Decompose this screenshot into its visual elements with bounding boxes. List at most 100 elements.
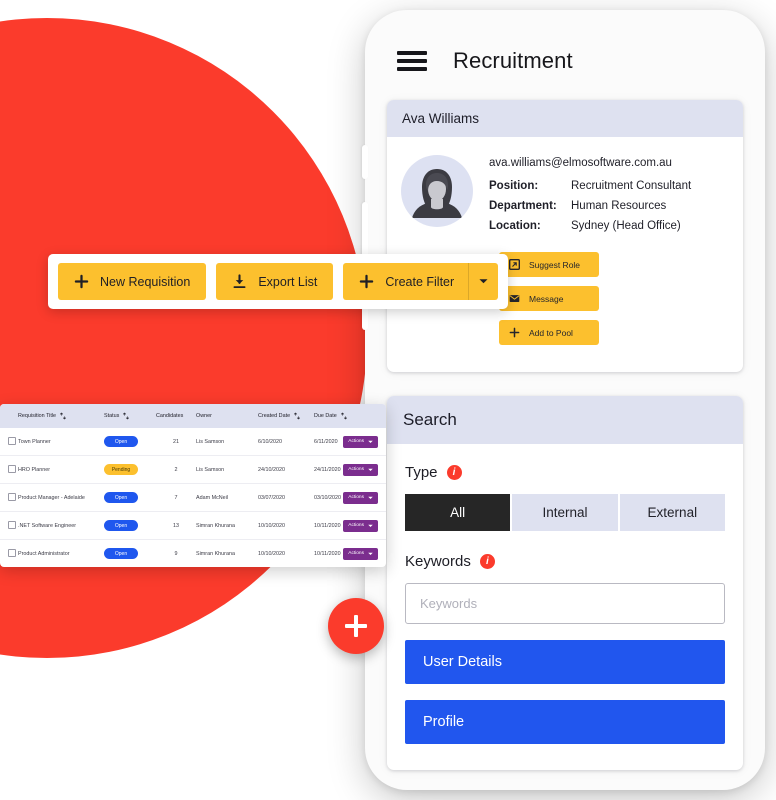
create-filter-split-button: Create Filter bbox=[343, 263, 499, 300]
sort-icon[interactable] bbox=[340, 412, 347, 420]
cell-requisition-title: Product Administrator bbox=[18, 550, 70, 557]
row-checkbox[interactable] bbox=[8, 436, 16, 445]
external-link-icon bbox=[509, 259, 520, 270]
cell-created-date: 6/10/2020 bbox=[258, 428, 314, 456]
type-option-internal[interactable]: Internal bbox=[512, 494, 618, 531]
type-option-all[interactable]: All bbox=[405, 494, 511, 531]
row-actions-label: Actions bbox=[348, 523, 364, 528]
chevron-down-icon bbox=[368, 468, 373, 471]
sort-icon[interactable] bbox=[60, 412, 66, 420]
keywords-input[interactable] bbox=[405, 583, 725, 624]
column-header-created-date[interactable]: Created Date bbox=[258, 404, 314, 428]
info-icon[interactable]: i bbox=[479, 554, 495, 569]
user-details-button[interactable]: User Details bbox=[405, 640, 725, 684]
row-actions-button[interactable]: Actions bbox=[343, 435, 378, 448]
profile-field-position: Position: Recruitment Consultant bbox=[489, 180, 727, 192]
floating-add-button[interactable] bbox=[328, 598, 384, 654]
table-row[interactable]: Product Manager - Adelaide Open 7 Adam M… bbox=[0, 483, 386, 512]
add-to-pool-button[interactable]: Add to Pool bbox=[499, 320, 599, 345]
composition-stage: Recruitment Ava Williams ava.williams@el… bbox=[0, 0, 776, 800]
cell-requisition-title: Town Planner bbox=[18, 428, 104, 456]
phone-mockup: Recruitment Ava Williams ava.williams@el… bbox=[362, 10, 765, 790]
row-actions-button[interactable]: Actions bbox=[343, 519, 378, 532]
row-checkbox[interactable] bbox=[8, 548, 16, 557]
suggest-role-button[interactable]: Suggest Role bbox=[499, 252, 599, 277]
sort-icon[interactable] bbox=[294, 412, 300, 420]
create-filter-dropdown-toggle[interactable] bbox=[468, 263, 499, 300]
type-label: Type bbox=[405, 464, 438, 481]
chevron-down-icon bbox=[368, 496, 373, 499]
profile-card-body: ava.williams@elmosoftware.com.au Positio… bbox=[387, 137, 743, 248]
new-requisition-label: New Requisition bbox=[100, 274, 191, 289]
export-list-label: Export List bbox=[258, 274, 318, 289]
row-actions-button[interactable]: Actions bbox=[343, 491, 378, 504]
cell-created-date: 03/07/2020 bbox=[258, 483, 314, 512]
row-checkbox-cell bbox=[0, 455, 18, 484]
cell-status: Open bbox=[104, 483, 156, 512]
table-row[interactable]: Product Administrator Open 9 Simran Khur… bbox=[0, 540, 386, 568]
sort-icon[interactable] bbox=[123, 412, 130, 420]
export-list-button[interactable]: Export List bbox=[216, 263, 334, 300]
profile-field-value: Human Resources bbox=[571, 200, 667, 212]
chevron-down-icon bbox=[368, 440, 373, 443]
row-actions-label: Actions bbox=[348, 551, 364, 556]
plus-icon bbox=[360, 274, 374, 289]
cell-owner: Adam McNeil bbox=[196, 483, 258, 512]
info-icon[interactable]: i bbox=[446, 465, 462, 480]
cell-candidates: 2 bbox=[156, 455, 196, 484]
cell-status: Open bbox=[104, 511, 156, 540]
column-label: Due Date bbox=[314, 413, 337, 419]
row-checkbox-cell bbox=[0, 540, 18, 568]
column-label: Owner bbox=[196, 413, 212, 419]
keywords-label: Keywords bbox=[405, 553, 471, 570]
add-to-pool-label: Add to Pool bbox=[529, 327, 573, 338]
cell-actions: Actions bbox=[343, 511, 386, 540]
profile-field-label: Location: bbox=[489, 220, 541, 232]
suggest-role-label: Suggest Role bbox=[529, 259, 581, 270]
plus-icon bbox=[509, 327, 520, 338]
cell-candidates: 9 bbox=[174, 550, 178, 557]
table-header: Requisition Title Status Candidates Owne… bbox=[0, 404, 386, 428]
requisitions-table: Requisition Title Status Candidates Owne… bbox=[0, 404, 386, 567]
row-checkbox[interactable] bbox=[8, 520, 16, 529]
row-actions-label: Actions bbox=[348, 467, 364, 472]
column-label: Candidates bbox=[156, 413, 184, 419]
create-filter-button[interactable]: Create Filter bbox=[343, 263, 469, 300]
status-badge: Pending bbox=[104, 464, 138, 475]
column-header-actions bbox=[364, 404, 386, 428]
cell-actions: Actions bbox=[343, 428, 386, 456]
row-actions-label: Actions bbox=[348, 439, 364, 444]
column-header-due-date[interactable]: Due Date bbox=[314, 404, 364, 428]
type-option-external[interactable]: External bbox=[619, 494, 725, 531]
message-button[interactable]: Message bbox=[499, 286, 599, 311]
cell-candidates: 13 bbox=[156, 511, 196, 540]
new-requisition-button[interactable]: New Requisition bbox=[58, 263, 207, 300]
requisitions-table-card: Requisition Title Status Candidates Owne… bbox=[0, 404, 386, 567]
row-checkbox[interactable] bbox=[8, 492, 16, 501]
profile-card-header: Ava Williams bbox=[387, 100, 743, 137]
row-checkbox[interactable] bbox=[8, 464, 16, 473]
profile-info: ava.williams@elmosoftware.com.au Positio… bbox=[489, 155, 727, 240]
row-actions-button[interactable]: Actions bbox=[343, 463, 378, 476]
cell-owner: Simran Khurana bbox=[196, 550, 235, 557]
row-actions-button[interactable]: Actions bbox=[343, 547, 378, 560]
column-label: Status bbox=[104, 413, 120, 419]
hamburger-menu-icon[interactable] bbox=[397, 51, 427, 71]
status-badge: Open bbox=[104, 492, 138, 503]
table-row[interactable]: .NET Software Engineer Open 13 Simran Kh… bbox=[0, 511, 386, 540]
profile-field-location: Location: Sydney (Head Office) bbox=[489, 220, 727, 232]
table-row[interactable]: HRO Planner Pending 2 Lis Samson 24/10/2… bbox=[0, 455, 386, 484]
profile-email: ava.williams@elmosoftware.com.au bbox=[489, 157, 672, 169]
table-row[interactable]: Town Planner Open 21 Lis Samson 6/10/202… bbox=[0, 428, 386, 456]
cell-requisition-title: HRO Planner bbox=[18, 455, 104, 484]
profile-field-department: Department: Human Resources bbox=[489, 200, 727, 212]
status-badge: Open bbox=[104, 520, 138, 531]
status-badge: Open bbox=[104, 548, 138, 559]
column-header-status[interactable]: Status bbox=[104, 404, 156, 428]
cell-candidates: 7 bbox=[156, 483, 196, 512]
cell-candidates: 21 bbox=[156, 428, 196, 456]
profile-button[interactable]: Profile bbox=[405, 700, 725, 744]
status-badge: Open bbox=[104, 436, 138, 447]
chevron-down-icon bbox=[368, 552, 373, 555]
column-header-requisition-title[interactable]: Requisition Title bbox=[18, 404, 104, 428]
